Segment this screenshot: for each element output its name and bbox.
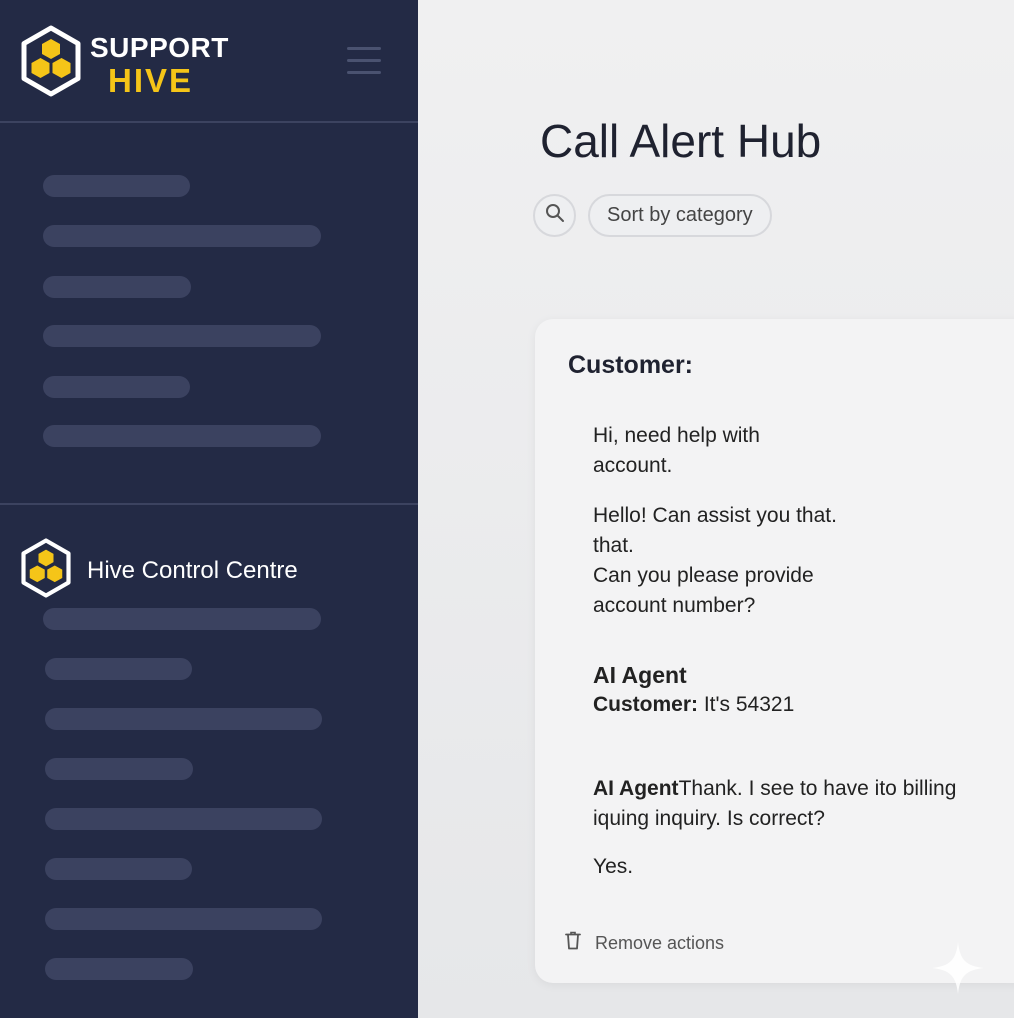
brand-name: SUPPORT HIVE bbox=[90, 32, 229, 99]
chat-transcript-card: Customer: Hi, need help with account. He… bbox=[535, 319, 1014, 983]
main-content: Call Alert Hub Sort by category Customer… bbox=[418, 0, 1014, 1018]
speaker-label: AI Agent bbox=[593, 777, 679, 800]
section-title: Hive Control Centre bbox=[87, 556, 298, 584]
sparkle-icon bbox=[930, 940, 986, 1001]
sort-by-category-button[interactable]: Sort by category bbox=[588, 194, 772, 237]
sidebar-item-placeholder[interactable] bbox=[43, 425, 321, 447]
chat-message: Hi, need help with account. bbox=[593, 424, 760, 477]
brand-line2: HIVE bbox=[108, 62, 194, 99]
hive-logo-icon bbox=[20, 538, 72, 603]
sidebar-divider bbox=[0, 503, 418, 505]
sidebar-item-placeholder[interactable] bbox=[43, 175, 190, 197]
sidebar-item-placeholder[interactable] bbox=[43, 276, 191, 298]
sidebar-item-placeholder[interactable] bbox=[43, 608, 321, 630]
chat-message: AI AgentThank. I see to have ito billing… bbox=[593, 774, 993, 834]
chat-message: Yes. bbox=[593, 855, 634, 878]
sidebar-item-placeholder[interactable] bbox=[45, 958, 193, 980]
sidebar-item-placeholder[interactable] bbox=[43, 325, 321, 347]
sidebar-item-placeholder[interactable] bbox=[45, 908, 322, 930]
sidebar-item-placeholder[interactable] bbox=[43, 376, 190, 398]
trash-icon bbox=[565, 931, 581, 955]
sidebar: SUPPORT HIVE Hive Control Centre bbox=[0, 0, 418, 1018]
sidebar-item-placeholder[interactable] bbox=[45, 658, 192, 680]
section-header: Hive Control Centre bbox=[20, 538, 298, 603]
chat-message-text: It's 54321 bbox=[698, 693, 795, 716]
sidebar-item-placeholder[interactable] bbox=[43, 225, 321, 247]
search-button[interactable] bbox=[533, 194, 576, 237]
hamburger-menu-icon[interactable] bbox=[347, 47, 381, 77]
chat-message: AI Agent Customer: It's 54321 bbox=[593, 660, 794, 720]
chat-message: Hello! Can assist you that. that. Can yo… bbox=[593, 501, 853, 621]
speaker-label: Customer: bbox=[593, 693, 699, 716]
card-title: Customer: bbox=[568, 351, 694, 379]
sidebar-header: SUPPORT HIVE bbox=[0, 0, 418, 123]
brand-line1: SUPPORT bbox=[90, 32, 229, 63]
sidebar-item-placeholder[interactable] bbox=[45, 758, 193, 780]
sidebar-nav bbox=[0, 125, 418, 503]
chat-message-line: Hello! Can assist you that. that. bbox=[593, 504, 837, 557]
chat-message-line: Can you please provide account number? bbox=[593, 564, 814, 617]
sidebar-item-placeholder[interactable] bbox=[45, 708, 322, 730]
sidebar-item-placeholder[interactable] bbox=[45, 808, 322, 830]
speaker-label: AI Agent bbox=[593, 662, 687, 688]
hive-logo-icon bbox=[20, 25, 82, 102]
search-icon bbox=[545, 203, 565, 228]
remove-actions-button[interactable]: Remove actions bbox=[565, 931, 724, 955]
page-title: Call Alert Hub bbox=[540, 115, 822, 167]
sidebar-item-placeholder[interactable] bbox=[45, 858, 192, 880]
remove-actions-label: Remove actions bbox=[595, 932, 725, 953]
